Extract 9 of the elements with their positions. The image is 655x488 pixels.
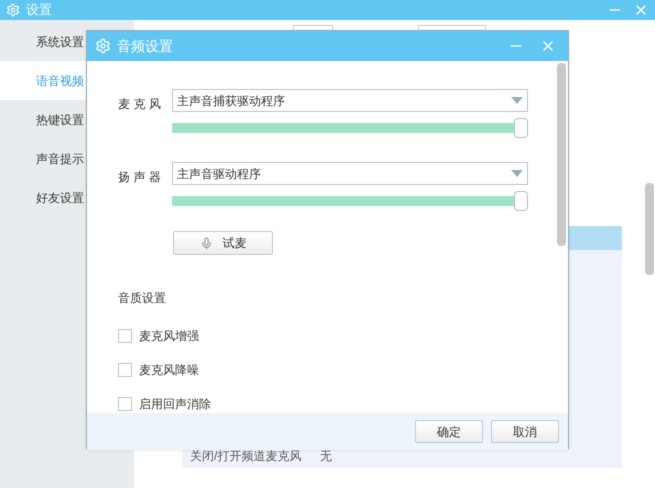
table-cell-text: 关闭/打开频道麦克风 (190, 448, 302, 465)
section-title: 音质设置 (118, 290, 167, 307)
checkbox-label: 麦克风降噪 (139, 362, 199, 379)
window-title: 设置 (26, 1, 52, 20)
table-cell-text: 无 (320, 448, 332, 465)
checkbox-label: 启用回声消除 (139, 396, 211, 413)
device-label: 扬声器 (118, 169, 166, 186)
checkbox-label: 麦克风增强 (139, 328, 199, 345)
dialog-title: 音频设置 (117, 36, 173, 56)
